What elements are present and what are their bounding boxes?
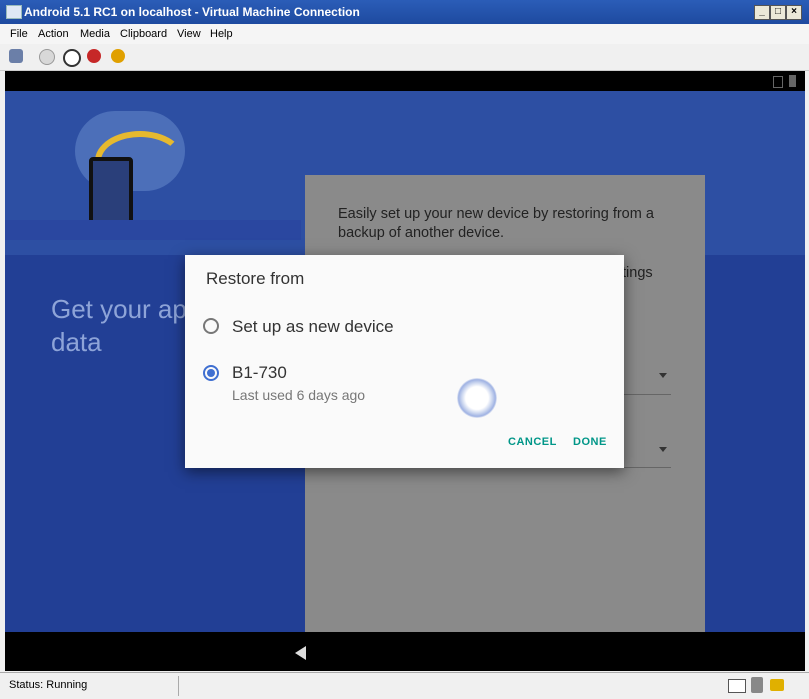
done-button[interactable]: DONE [573, 436, 607, 448]
start-icon[interactable] [39, 49, 55, 65]
header-stripe [5, 220, 301, 240]
mouse-icon [751, 677, 763, 693]
close-button[interactable]: × [786, 5, 802, 20]
menu-clipboard[interactable]: Clipboard [120, 28, 167, 40]
option-label: Set up as new device [232, 317, 394, 336]
shut-down-icon[interactable] [87, 49, 101, 63]
battery-icon [789, 75, 796, 87]
minimize-button[interactable]: _ [754, 5, 770, 20]
window-title: Android 5.1 RC1 on localhost - Virtual M… [24, 5, 360, 19]
chevron-down-icon[interactable] [659, 447, 667, 452]
menu-bar: File Action Media Clipboard View Help [0, 24, 809, 44]
menu-help[interactable]: Help [210, 28, 233, 40]
window-title-bar: Android 5.1 RC1 on localhost - Virtual M… [0, 0, 809, 24]
keyboard-icon [728, 679, 746, 693]
dialog-title: Restore from [206, 269, 305, 288]
restore-from-dialog: Restore from Set up as new device B1-730… [185, 255, 624, 468]
lock-icon [770, 679, 784, 691]
option-sublabel: Last used 6 days ago [232, 387, 366, 403]
save-icon[interactable] [111, 49, 125, 63]
status-bar: Status: Running [0, 672, 809, 699]
option-label: B1-730 [232, 363, 287, 382]
back-icon[interactable] [295, 646, 306, 660]
menu-file[interactable]: File [10, 28, 28, 40]
toolbar [0, 44, 809, 109]
restore-description: Easily set up your new device by restori… [338, 206, 654, 241]
chevron-down-icon[interactable] [659, 373, 667, 378]
option-new-device[interactable]: Set up as new device [185, 307, 624, 347]
welcome-heading: Get your ap data [51, 294, 187, 357]
radio-unselected-icon[interactable] [203, 318, 219, 334]
ctrl-alt-del-icon[interactable] [9, 49, 23, 63]
loading-spinner [457, 378, 497, 418]
vm-screen[interactable]: Get your ap data Easily set up your new … [5, 71, 805, 671]
menu-view[interactable]: View [177, 28, 201, 40]
radio-dot [207, 369, 215, 377]
turn-off-icon[interactable] [63, 49, 81, 67]
menu-media[interactable]: Media [80, 28, 110, 40]
option-b1-730[interactable]: B1-730 Last used 6 days ago [185, 357, 624, 407]
vm-window-icon [6, 5, 22, 19]
status-divider [178, 676, 179, 696]
android-nav-bar [5, 632, 805, 671]
maximize-button[interactable]: □ [770, 5, 786, 20]
status-text: Status: Running [9, 679, 88, 691]
no-signal-icon [773, 76, 783, 88]
radio-selected-icon[interactable] [203, 365, 219, 381]
android-status-bar [5, 71, 805, 91]
cancel-button[interactable]: CANCEL [508, 436, 557, 448]
menu-action[interactable]: Action [38, 28, 69, 40]
